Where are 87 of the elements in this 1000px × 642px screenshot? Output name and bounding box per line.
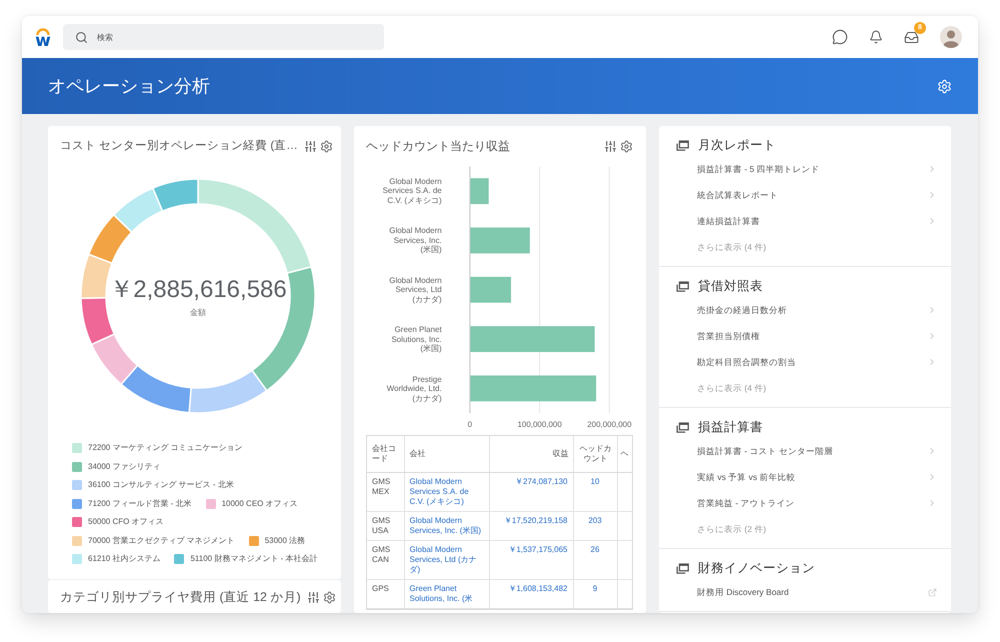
axis-category-label: Green Planet Solutions, Inc. (米国) [390, 325, 442, 354]
card-title: カテゴリ別サプライヤ費用 (直近 12 か月) [60, 589, 301, 606]
revenue-link[interactable]: ￥1,608,153,482 [508, 584, 568, 594]
card-title: ヘッドカウント当たり収益 [366, 138, 510, 155]
settings-icon[interactable] [620, 140, 633, 153]
card-title: コスト センター別オペレーション経費 (直… [60, 138, 298, 154]
logo[interactable]: w [33, 28, 53, 46]
legend-label: 10000 CEO オフィス [222, 498, 298, 509]
axis-tick-label: 200,000,000 [586, 420, 632, 429]
report-link[interactable]: 連結損益計算書 [697, 208, 937, 234]
stacked-windows-icon [676, 562, 689, 574]
sliders-icon[interactable] [604, 140, 617, 153]
search-field[interactable]: 検索 [63, 24, 384, 50]
report-link[interactable]: 実績 vs 予算 vs 前年比較 [697, 464, 937, 490]
column-header: 収益 [489, 436, 573, 472]
settings-icon[interactable] [322, 591, 336, 604]
page-title: オペレーション分析 [48, 75, 210, 98]
settings-icon[interactable] [320, 140, 333, 153]
axis-category-label: Prestige Worldwide, Ltd. (カナダ) [386, 374, 442, 403]
column-header: ヘッドカウント [573, 436, 617, 472]
chart-bar [470, 228, 530, 254]
axis-tick-label: 100,000,000 [517, 420, 562, 429]
headcount-link[interactable]: 26 [590, 544, 600, 554]
stacked-windows-icon [676, 422, 689, 432]
legend-label: 72200 マーケティング コミュニケーション [88, 443, 243, 454]
stacked-windows-icon [676, 140, 689, 150]
chart-bar [470, 178, 488, 204]
donut-slice [88, 214, 132, 264]
report-link[interactable]: 営業担当別債権 [697, 323, 937, 349]
table-cell: GMS MEX [367, 472, 404, 511]
total-amount: ￥2,885,616,586 [109, 276, 287, 304]
revenue-link[interactable]: ￥1,537,175,065 [508, 544, 568, 554]
chat-bubble-icon[interactable] [832, 29, 848, 45]
section-title: 損益計算書 [698, 419, 763, 436]
company-link[interactable]: Green Planet Solutions, Inc. (米 [410, 584, 484, 604]
table-cell: GMS USA [367, 511, 404, 540]
total-caption: 金額 [190, 308, 206, 318]
show-more-link[interactable]: さらに表示 (2 件) [697, 516, 937, 542]
company-link[interactable]: Global Modern Services, Inc. (米国) [410, 516, 484, 536]
report-link[interactable]: 営業純益 - アウトライン [697, 490, 937, 516]
donut-slice [80, 254, 113, 299]
sliders-icon[interactable] [304, 140, 317, 153]
report-link[interactable]: 損益計算書 - 5 四半期トレンド [697, 156, 937, 182]
legend-label: 51100 財務マネジメント - 本社会計 [190, 554, 318, 564]
legend-label: 34000 ファシリティ [88, 462, 160, 472]
headcount-link[interactable]: 10 [590, 476, 600, 486]
donut-slice [112, 187, 164, 233]
report-link[interactable]: 売掛金の経過日数分析 [697, 297, 937, 323]
report-link[interactable]: 統合試算表レポート [697, 182, 937, 208]
donut-slice [80, 296, 116, 346]
column-header: ヘ [617, 436, 632, 472]
search-icon [75, 30, 88, 44]
legend-label: 50000 CFO オフィス [88, 517, 164, 528]
section-title: 貸借対照表 [698, 278, 763, 295]
section-title: 月次レポート [698, 137, 776, 154]
report-link[interactable]: 損益計算書 - コスト センター階層 [697, 438, 937, 464]
external-link-icon [928, 588, 937, 596]
axis-tick-label: 0 [467, 420, 472, 429]
report-link[interactable]: 勘定科目照合調整の割当 [697, 349, 937, 375]
inbox-icon[interactable] [904, 30, 919, 44]
chart-bar [470, 276, 511, 303]
company-link[interactable]: Global Modern Services, Ltd (カナダ) [410, 544, 484, 574]
axis-category-label: Global Modern Services, Ltd (カナダ) [388, 276, 442, 304]
column-header: 会社 [404, 436, 489, 472]
sliders-icon[interactable] [306, 591, 320, 604]
company-link[interactable]: Global Modern Services S.A. de C.V. (メキシコ) [410, 476, 484, 506]
legend-label: 53000 法務 [264, 536, 306, 546]
stacked-windows-icon [676, 280, 689, 292]
legend-label: 71200 フィールド営業 - 北米 [88, 498, 192, 509]
headcount-link[interactable]: 203 [588, 516, 602, 526]
headcount-link[interactable]: 9 [592, 584, 598, 594]
show-more-link[interactable]: さらに表示 (4 件) [697, 375, 937, 401]
legend-label: 36100 コンサルティング サービス - 北米 [88, 480, 234, 490]
revenue-link[interactable]: ￥274,087,130 [515, 476, 568, 486]
legend-label: 70000 営業エクゼクティブ マネジメント [88, 536, 235, 546]
show-more-link[interactable]: さらに表示 (4 件) [697, 234, 937, 260]
report-link[interactable]: 財務用 Discovery Board [697, 579, 937, 605]
axis-category-label: Global Modern Services, Inc. (米国) [388, 226, 442, 254]
avatar-icon[interactable] [940, 26, 962, 48]
table-cell: GMS CAN [367, 540, 404, 579]
table-cell: GPS [367, 579, 404, 608]
axis-category-label: Global Modern Services S.A. de C.V. (メキシコ) [382, 176, 442, 205]
legend-label: 61210 社内システム [88, 554, 160, 564]
section-title: 財務イノベーション [698, 560, 815, 577]
column-header: 会社コード [367, 436, 404, 472]
notifications-icon[interactable] [869, 30, 883, 44]
revenue-link[interactable]: ￥17,520,219,158 [504, 516, 568, 526]
